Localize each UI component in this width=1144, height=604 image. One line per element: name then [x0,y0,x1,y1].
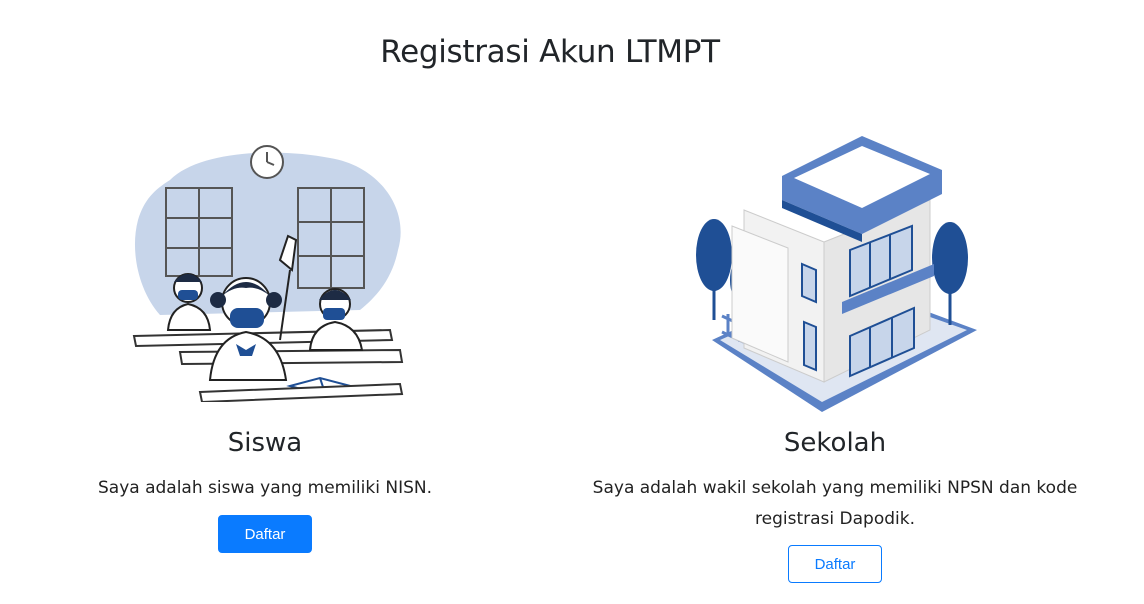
card-title-sekolah: Sekolah [783,428,887,458]
card-title-siswa: Siswa [227,428,303,458]
daftar-siswa-button[interactable]: Daftar [218,515,312,553]
card-description-sekolah: Saya adalah wakil sekolah yang memiliki … [592,478,1078,529]
page-title: Registrasi Akun LTMPT [380,34,720,70]
students-classroom-illustration [132,145,404,402]
school-building-illustration [696,136,977,412]
card-description-siswa: Saya adalah siswa yang memiliki NISN. [97,478,432,498]
daftar-sekolah-button[interactable]: Daftar [788,545,882,583]
